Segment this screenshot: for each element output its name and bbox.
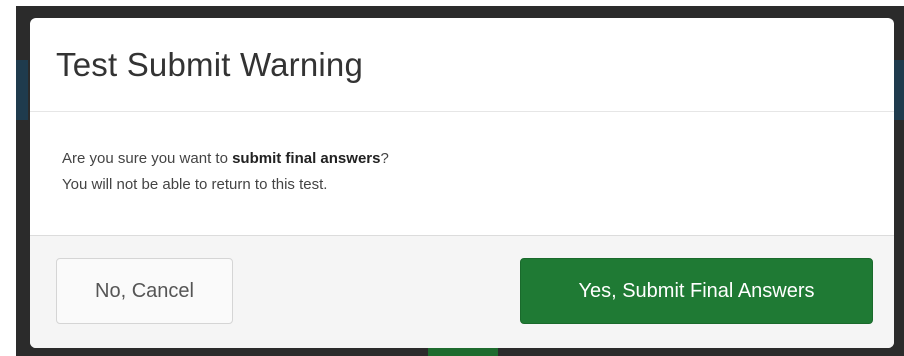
dialog-title: Test Submit Warning [56, 45, 364, 83]
dialog-footer: No, Cancel Yes, Submit Final Answers [30, 236, 894, 348]
dialog-message-line-1: Are you sure you want to submit final an… [62, 146, 894, 172]
background-button-peek [428, 348, 498, 356]
cancel-button[interactable]: No, Cancel [56, 258, 233, 324]
background-panel-right [893, 60, 904, 120]
dialog-body: Are you sure you want to submit final an… [30, 112, 894, 236]
dialog-message-line-2: You will not be able to return to this t… [62, 176, 328, 193]
dialog-header: Test Submit Warning [30, 18, 894, 112]
background-panel-left [16, 60, 28, 120]
submit-final-answers-button[interactable]: Yes, Submit Final Answers [520, 258, 873, 324]
submit-warning-dialog: Test Submit Warning Are you sure you wan… [30, 18, 894, 348]
message-suffix: ? [380, 150, 389, 167]
message-prefix: Are you sure you want to [62, 150, 233, 167]
message-emphasis: submit final answers [232, 150, 381, 167]
